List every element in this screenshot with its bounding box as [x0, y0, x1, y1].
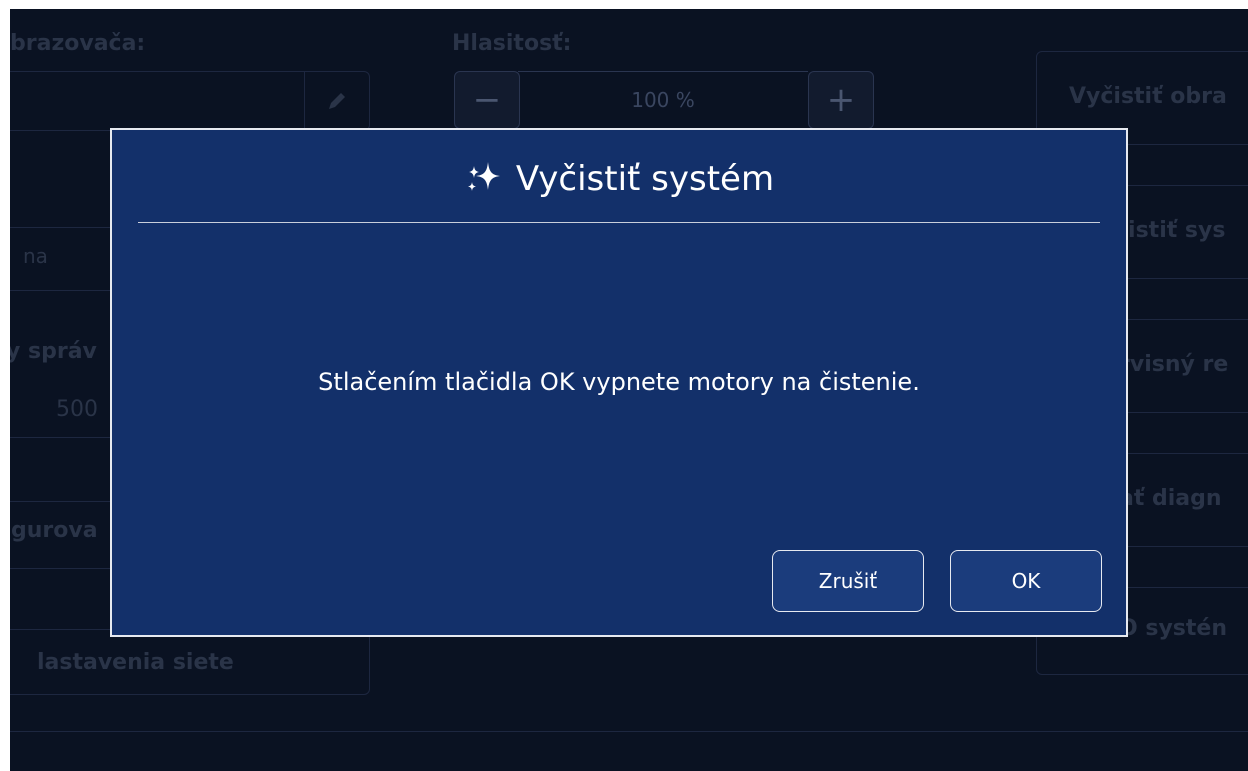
dialog-title-text: Vyčistiť systém [515, 159, 775, 199]
sparkle-icon [464, 158, 502, 200]
cancel-button[interactable]: Zrušiť [772, 550, 924, 612]
dialog-divider [138, 222, 1100, 223]
document-top-strip [0, 0, 1248, 9]
dialog-message: Stlačením tlačidla OK vypnete motory na … [318, 368, 920, 396]
ok-button[interactable]: OK [950, 550, 1102, 612]
app-screen: brazovača: Hlasitosť: − 100 % + na y spr… [10, 9, 1248, 771]
dialog-title: Vyčistiť systém [112, 158, 1126, 200]
clean-system-dialog: Vyčistiť systém Stlačením tlačidla OK vy… [110, 128, 1128, 637]
